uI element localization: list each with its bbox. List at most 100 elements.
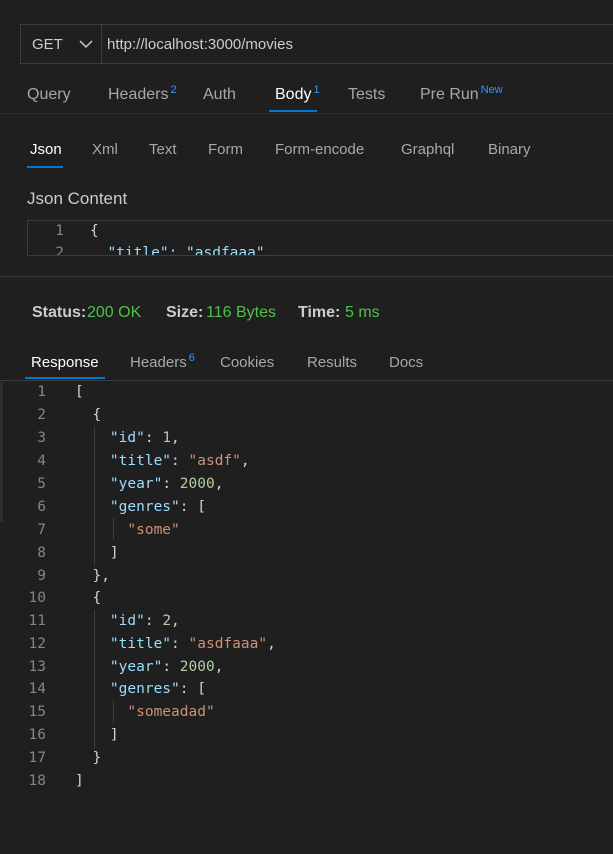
headers-count-badge: 2	[170, 84, 177, 96]
body-tab-graphql[interactable]: Graphql	[401, 141, 454, 158]
active-tab-indicator	[269, 110, 317, 112]
active-body-tab-indicator	[27, 166, 63, 168]
brace: },	[92, 568, 110, 584]
json-key: "title"	[109, 636, 172, 652]
code-line: ]	[75, 727, 119, 743]
line-number: 8	[37, 545, 46, 561]
size-label: Size:	[166, 304, 204, 321]
tab-response[interactable]: Response	[31, 354, 99, 371]
body-tab-binary[interactable]: Binary	[488, 141, 531, 158]
tab-pre-run[interactable]: Pre Run New	[420, 84, 503, 104]
tab-label: Headers	[108, 86, 169, 103]
time-value: 5 ms	[345, 304, 380, 321]
code-line: {	[90, 223, 99, 239]
code-line: "year": 2000,	[109, 476, 224, 492]
tab-auth[interactable]: Auth	[203, 86, 236, 104]
line-number: 4	[37, 453, 46, 469]
json-number: 2000	[179, 659, 215, 675]
json-content-editor[interactable]: 1 { 2 "title": "asdfaaa",	[27, 220, 613, 256]
divider	[0, 113, 613, 114]
line-number: 16	[28, 727, 46, 743]
brace: {	[92, 590, 102, 606]
line-number: 2	[37, 407, 46, 423]
line-number: 17	[28, 750, 46, 766]
tab-body[interactable]: Body 1	[275, 84, 320, 104]
method-label: GET	[32, 36, 63, 53]
body-tab-form[interactable]: Form	[208, 141, 243, 158]
tab-docs[interactable]: Docs	[389, 354, 423, 371]
tab-label: Tests	[348, 86, 386, 103]
tab-label: Auth	[203, 86, 236, 103]
json-string: "asdf"	[188, 453, 241, 469]
json-key: "year"	[109, 476, 163, 492]
code-line: [	[75, 384, 84, 400]
line-number: 2	[55, 245, 64, 256]
code-line: "someadad"	[75, 704, 215, 720]
divider	[0, 380, 613, 381]
line-number: 5	[37, 476, 46, 492]
line-number: 14	[28, 681, 46, 697]
size-value: 116 Bytes	[206, 304, 276, 321]
line-number: 7	[37, 522, 46, 538]
body-tab-xml[interactable]: Xml	[92, 141, 118, 158]
json-key: "year"	[109, 659, 163, 675]
response-headers-count-badge: 6	[188, 352, 195, 364]
tab-cookies[interactable]: Cookies	[220, 354, 274, 371]
tab-label: Headers	[130, 354, 187, 371]
body-tab-form-encode[interactable]: Form-encode	[275, 141, 364, 158]
code-line: "genres": [	[109, 681, 206, 697]
json-content-label: Json Content	[27, 189, 128, 208]
tab-response-headers[interactable]: Headers 6	[130, 352, 195, 371]
scroll-indicator	[0, 382, 3, 522]
body-count-badge: 1	[313, 84, 320, 96]
brace: {	[92, 407, 102, 423]
line-number: 15	[28, 704, 46, 720]
tab-label: Pre Run	[420, 86, 479, 103]
line-number: 3	[37, 430, 46, 446]
code-line: {	[75, 590, 101, 606]
line-number: 13	[28, 659, 46, 675]
code-line: }	[75, 750, 101, 766]
json-string: "asdfaaa"	[188, 636, 268, 652]
json-number: 2000	[179, 476, 215, 492]
json-string: "someadad"	[127, 704, 215, 720]
code-line: ]	[75, 545, 119, 561]
status-value: 200 OK	[87, 304, 142, 321]
line-number: 10	[28, 590, 46, 606]
brace: }	[92, 750, 102, 766]
tab-tests[interactable]: Tests	[348, 86, 385, 104]
code-line: ]	[75, 773, 84, 789]
url-input[interactable]	[107, 33, 607, 55]
new-badge: New	[480, 84, 503, 96]
json-number: 2	[162, 613, 172, 629]
active-response-tab-indicator	[25, 377, 105, 379]
line-number: 12	[28, 636, 46, 652]
line-number: 9	[37, 568, 46, 584]
tab-query[interactable]: Query	[27, 86, 71, 104]
line-number: 11	[28, 613, 46, 629]
tab-label: Body	[275, 86, 312, 103]
tab-results[interactable]: Results	[307, 354, 357, 371]
tab-label: Query	[27, 86, 71, 103]
code-line: "title": "asdfaaa",	[109, 636, 276, 652]
method-select[interactable]: GET	[21, 25, 102, 63]
line-number: 1	[37, 384, 46, 400]
code-line: "some"	[75, 522, 180, 538]
code-line: "title": "asdfaaa",	[90, 245, 274, 256]
divider	[0, 276, 613, 277]
json-number: 1	[162, 430, 172, 446]
json-key: "title"	[109, 453, 172, 469]
time-label: Time:	[298, 304, 341, 321]
code-line: "id": 2,	[109, 613, 180, 629]
code-line: {	[75, 407, 101, 423]
body-tab-text[interactable]: Text	[149, 141, 177, 158]
json-string: "some"	[127, 522, 180, 538]
status-label: Status:	[32, 304, 87, 321]
code-line: "genres": [	[109, 499, 206, 515]
tab-headers[interactable]: Headers 2	[108, 84, 177, 104]
code-line: },	[75, 568, 110, 584]
chevron-down-icon	[79, 40, 93, 49]
line-number: 1	[55, 223, 64, 239]
json-key: "id"	[109, 430, 145, 446]
body-tab-json[interactable]: Json	[30, 141, 62, 158]
